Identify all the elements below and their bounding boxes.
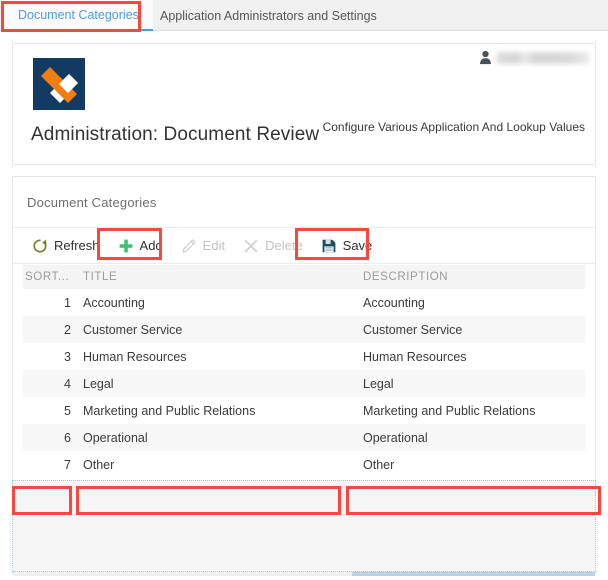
- app-header-panel: Administration: Document Review Configur…: [12, 43, 596, 165]
- edit-label: Edit: [203, 238, 225, 253]
- add-button[interactable]: Add: [109, 233, 172, 259]
- cell-description: Accounting: [363, 296, 585, 310]
- card-title: Document Categories: [27, 195, 157, 210]
- table-row[interactable]: 2 Customer Service Customer Service: [23, 316, 585, 343]
- cell-description: Customer Service: [363, 323, 585, 337]
- tab-bar: Document Categories Application Administ…: [0, 0, 608, 31]
- new-row-edit-region: [12, 480, 596, 572]
- user-name-redacted: [497, 52, 589, 64]
- refresh-label: Refresh: [54, 238, 100, 253]
- table-row[interactable]: 1 Accounting Accounting: [23, 289, 585, 316]
- cell-title: Human Resources: [83, 350, 363, 364]
- tab-application-administrators-and-settings[interactable]: Application Administrators and Settings: [146, 0, 391, 31]
- cell-description: Operational: [363, 431, 585, 445]
- cell-sort: 2: [23, 323, 83, 337]
- page-title: Administration: Document Review: [31, 124, 319, 146]
- cell-sort: 6: [23, 431, 83, 445]
- plus-icon: [118, 238, 134, 254]
- page-subtitle: Configure Various Application And Lookup…: [323, 120, 585, 134]
- table-row[interactable]: 5 Marketing and Public Relations Marketi…: [23, 397, 585, 424]
- refresh-button[interactable]: Refresh: [23, 233, 109, 259]
- cell-title: Other: [83, 458, 363, 472]
- user-icon: [479, 50, 492, 65]
- cell-title: Customer Service: [83, 323, 363, 337]
- cell-title: Operational: [83, 431, 363, 445]
- cell-sort: 7: [23, 458, 83, 472]
- cell-sort: 1: [23, 296, 83, 310]
- cell-sort: 3: [23, 350, 83, 364]
- grid-toolbar: Refresh Add Edit Delete: [13, 227, 595, 264]
- cell-sort: 5: [23, 404, 83, 418]
- delete-button: Delete: [234, 233, 312, 259]
- table-row[interactable]: 7 Other Other: [23, 451, 585, 478]
- cell-description: Other: [363, 458, 585, 472]
- edit-button: Edit: [172, 233, 234, 259]
- x-close-icon: [243, 238, 259, 254]
- table-row[interactable]: 4 Legal Legal: [23, 370, 585, 397]
- save-button[interactable]: Save: [312, 233, 382, 259]
- add-label: Add: [140, 238, 163, 253]
- cell-title: Accounting: [83, 296, 363, 310]
- column-header-sort[interactable]: SORT...: [23, 271, 83, 283]
- cell-title: Legal: [83, 377, 363, 391]
- delete-label: Delete: [265, 238, 303, 253]
- cell-description: Legal: [363, 377, 585, 391]
- tab-label: Application Administrators and Settings: [160, 9, 377, 23]
- refresh-icon: [32, 238, 48, 254]
- cell-description: Human Resources: [363, 350, 585, 364]
- tab-label: Document Categories: [18, 8, 139, 22]
- column-header-title[interactable]: TITLE: [83, 271, 363, 283]
- grid-header-row: SORT... TITLE DESCRIPTION: [23, 265, 585, 289]
- table-row[interactable]: 6 Operational Operational: [23, 424, 585, 451]
- pencil-icon: [181, 238, 197, 254]
- tab-document-categories[interactable]: Document Categories: [4, 0, 153, 31]
- table-row[interactable]: 3 Human Resources Human Resources: [23, 343, 585, 370]
- cell-sort: 4: [23, 377, 83, 391]
- user-account[interactable]: [479, 50, 589, 65]
- x-logo-icon: [33, 58, 85, 110]
- save-label: Save: [343, 238, 373, 253]
- cell-title: Marketing and Public Relations: [83, 404, 363, 418]
- column-header-description[interactable]: DESCRIPTION: [363, 271, 585, 283]
- cell-description: Marketing and Public Relations: [363, 404, 585, 418]
- floppy-disk-icon: [321, 238, 337, 254]
